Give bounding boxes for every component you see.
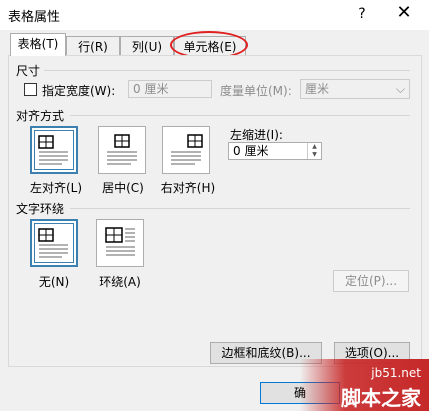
indent-label: 左缩进(I): xyxy=(230,128,283,142)
align-left-label: 左对齐(L) xyxy=(29,181,83,195)
title-bar: 表格属性 ? ✕ xyxy=(0,0,429,30)
specify-width-label: 指定宽度(W): xyxy=(42,84,116,98)
separator xyxy=(70,208,410,209)
close-button[interactable]: ✕ xyxy=(392,2,416,26)
wrap-none-icon xyxy=(38,228,68,258)
align-right-icon xyxy=(171,134,203,165)
indent-value: 0 厘米 xyxy=(233,144,269,158)
unit-dropdown[interactable]: 厘米 ⌵ xyxy=(300,79,410,99)
tab-table[interactable]: 表格(T) xyxy=(10,33,66,56)
size-heading: 尺寸 xyxy=(16,64,41,78)
wrap-none-label: 无(N) xyxy=(38,275,70,289)
align-center-icon xyxy=(107,134,137,165)
specify-width-checkbox[interactable] xyxy=(24,83,37,96)
align-left-icon xyxy=(38,135,68,165)
indent-spinner[interactable]: 0 厘米 ▲ ▼ xyxy=(228,142,322,160)
window-title: 表格属性 xyxy=(8,10,61,25)
align-center-label: 居中(C) xyxy=(102,181,144,195)
spin-arrows-icon[interactable]: ▲ ▼ xyxy=(307,143,321,159)
alignment-heading: 对齐方式 xyxy=(16,109,65,123)
align-right-option[interactable] xyxy=(162,126,210,174)
width-value: 0 厘米 xyxy=(133,82,169,96)
wrap-around-icon xyxy=(105,227,135,256)
separator xyxy=(70,115,410,116)
tab-panel xyxy=(8,55,422,367)
wrap-around-label: 环绕(A) xyxy=(99,275,141,289)
separator xyxy=(44,70,410,71)
wrap-none-option[interactable] xyxy=(30,219,78,267)
tab-row[interactable]: 行(R) xyxy=(66,36,120,56)
unit-value: 厘米 xyxy=(305,82,330,96)
chevron-down-icon: ⌵ xyxy=(395,82,405,96)
align-center-option[interactable] xyxy=(98,126,146,174)
unit-label: 度量单位(M): xyxy=(220,84,292,98)
help-button[interactable]: ? xyxy=(352,4,372,24)
align-right-label: 右对齐(H) xyxy=(160,181,216,195)
width-spinner[interactable]: 0 厘米 xyxy=(128,80,212,98)
align-left-option[interactable] xyxy=(30,126,78,174)
position-button[interactable]: 定位(P)... xyxy=(333,270,409,292)
wrap-around-option[interactable] xyxy=(96,219,144,267)
tab-column[interactable]: 列(U) xyxy=(120,36,174,56)
watermark-name: 脚本之家 xyxy=(341,386,421,410)
wrap-heading: 文字环绕 xyxy=(16,202,65,216)
